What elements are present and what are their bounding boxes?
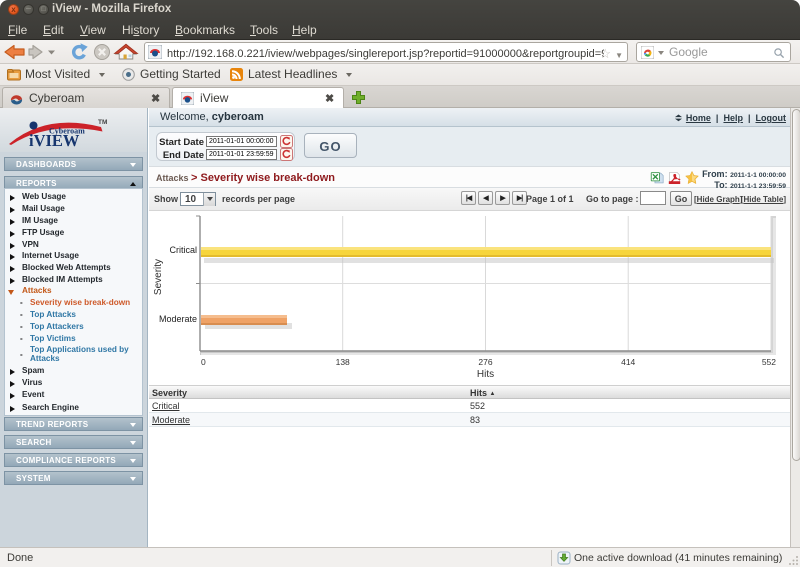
svg-text:Hits: Hits bbox=[477, 369, 494, 380]
svg-text:0: 0 bbox=[201, 357, 206, 367]
svg-text:iVIEW: iVIEW bbox=[29, 131, 80, 150]
svg-text:276: 276 bbox=[478, 357, 492, 367]
svg-text:Moderate: Moderate bbox=[159, 314, 197, 324]
svg-text:414: 414 bbox=[621, 357, 635, 367]
svg-text:Severity: Severity bbox=[153, 259, 164, 295]
svg-text:552: 552 bbox=[762, 357, 776, 367]
svg-text:Critical: Critical bbox=[169, 245, 197, 255]
svg-text:138: 138 bbox=[336, 357, 350, 367]
svg-text:TM: TM bbox=[98, 119, 107, 126]
